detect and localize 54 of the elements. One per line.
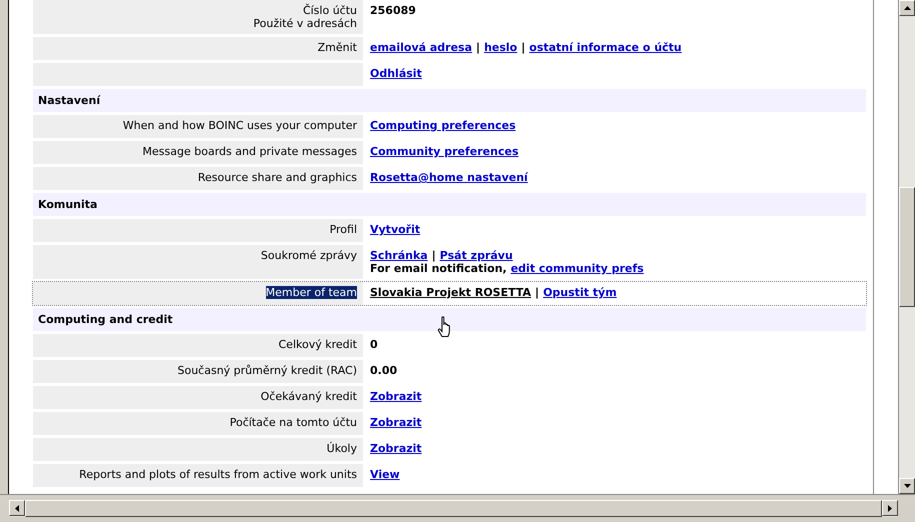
field-label: Profil	[330, 223, 357, 236]
field-label: Message boards and private messages	[142, 145, 357, 158]
scroll-up-button[interactable]	[899, 0, 915, 16]
scroll-right-button[interactable]	[882, 500, 898, 516]
link[interactable]: Zobrazit	[370, 416, 422, 429]
link[interactable]: Zobrazit	[370, 442, 422, 455]
separator: |	[535, 286, 540, 299]
field-value: 256089	[370, 4, 416, 17]
link[interactable]: Community preferences	[370, 145, 518, 158]
field-label: Soukromé zprávy	[260, 249, 357, 262]
link[interactable]: heslo	[484, 41, 518, 54]
link[interactable]: Schránka	[370, 249, 428, 262]
link[interactable]: View	[370, 468, 400, 481]
field-label: Číslo účtu	[302, 4, 357, 17]
down-arrow-icon	[904, 484, 910, 488]
field-label: Změnit	[318, 41, 357, 54]
link[interactable]: emailová adresa	[370, 41, 472, 54]
link[interactable]: ostatní informace o účtu	[529, 41, 682, 54]
section-heading: Komunita	[33, 193, 866, 216]
scroll-left-button[interactable]	[9, 500, 25, 516]
right-arrow-icon	[888, 504, 892, 512]
field-value: 0.00	[370, 364, 398, 377]
separator: |	[432, 249, 436, 262]
link[interactable]: Opustit tým	[543, 286, 617, 299]
separator: |	[476, 41, 480, 54]
hand-cursor-icon	[437, 316, 453, 338]
link[interactable]: Rosetta@home nastavení	[370, 171, 528, 184]
up-arrow-icon	[904, 6, 910, 10]
section-heading: Computing and credit	[33, 308, 866, 331]
field-label: Celkový kredit	[278, 338, 357, 351]
separator: |	[521, 41, 526, 54]
section-heading: Nastavení	[33, 89, 866, 112]
field-value: For email notification,	[370, 262, 507, 275]
field-label: When and how BOINC uses your computer	[122, 119, 357, 132]
team-link[interactable]: Slovakia Projekt ROSETTA	[370, 286, 532, 299]
vertical-scrollbar[interactable]	[898, 0, 915, 494]
field-label: Reports and plots of results from active work units	[79, 468, 357, 481]
field-label: Resource share and graphics	[198, 171, 357, 184]
field-label: Member of team	[266, 286, 357, 299]
field-label: Použité v adresách	[253, 17, 357, 30]
field-label: Úkoly	[326, 442, 357, 455]
link[interactable]: Zobrazit	[370, 390, 422, 403]
link[interactable]: Computing preferences	[370, 119, 516, 132]
field-value: 0	[370, 338, 378, 351]
scroll-down-button[interactable]	[899, 478, 915, 494]
field-label: Očekávaný kredit	[260, 390, 357, 403]
link[interactable]: edit community prefs	[510, 262, 644, 275]
field-label: Počítače na tomto účtu	[230, 416, 357, 429]
scrollbar-thumb[interactable]	[899, 187, 915, 307]
field-label: Současný průměrný kredit (RAC)	[177, 364, 357, 377]
link[interactable]: Odhlásit	[370, 67, 422, 80]
link[interactable]: Vytvořit	[370, 223, 420, 236]
left-arrow-icon	[15, 504, 19, 512]
link[interactable]: Psát zprávu	[440, 249, 513, 262]
